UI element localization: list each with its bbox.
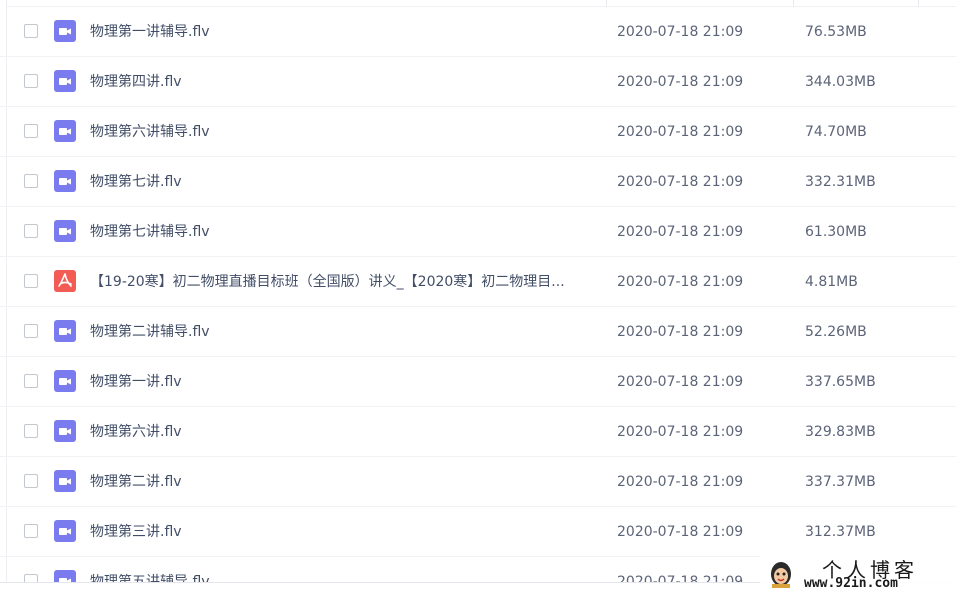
file-name[interactable]: 物理第二讲辅导.flv [90,322,595,342]
row-checkbox[interactable] [24,474,38,488]
row-checkbox[interactable] [24,324,38,338]
file-modified-date: 2020-07-18 21:09 [617,524,744,540]
file-size: 312.37MB [805,524,876,540]
file-row[interactable]: 物理第一讲辅导.flv 2020-07-18 21:09 76.53MB [0,7,956,57]
row-checkbox[interactable] [24,124,38,138]
row-checkbox[interactable] [24,274,38,288]
row-checkbox[interactable] [24,424,38,438]
file-modified-date: 2020-07-18 21:09 [617,24,744,40]
file-row[interactable]: 物理第二讲辅导.flv 2020-07-18 21:09 52.26MB [0,307,956,357]
file-size: 337.37MB [805,474,876,490]
file-modified-date: 2020-07-18 21:09 [617,324,744,340]
file-modified-date: 2020-07-18 21:09 [617,424,744,440]
file-size: 337.65MB [805,374,876,390]
file-name[interactable]: 物理第一讲辅导.flv [90,22,595,42]
watermark: 个人博客 www.92in.com [760,552,956,596]
video-file-icon [54,520,76,542]
file-name[interactable]: 【19-20寒】初二物理直播目标班（全国版）讲义_【2020寒】初二物理目... [90,272,595,292]
row-checkbox[interactable] [24,224,38,238]
row-checkbox[interactable] [24,74,38,88]
file-modified-date: 2020-07-18 21:09 [617,174,744,190]
video-file-icon [54,320,76,342]
file-modified-date: 2020-07-18 21:09 [617,274,744,290]
file-size: 74.70MB [805,124,867,140]
row-checkbox[interactable] [24,24,38,38]
file-name[interactable]: 物理第六讲辅导.flv [90,122,595,142]
file-row[interactable]: 物理第二讲.flv 2020-07-18 21:09 337.37MB [0,457,956,507]
video-file-icon [54,220,76,242]
row-checkbox[interactable] [24,524,38,538]
watermark-url: www.92in.com [804,576,898,591]
file-name[interactable]: 物理第三讲.flv [90,522,595,542]
file-size: 76.53MB [805,24,867,40]
video-file-icon [54,420,76,442]
file-modified-date: 2020-07-18 21:09 [617,124,744,140]
file-row[interactable]: 物理第七讲辅导.flv 2020-07-18 21:09 61.30MB [0,207,956,257]
file-name[interactable]: 物理第一讲.flv [90,372,595,392]
file-row[interactable]: 物理第六讲.flv 2020-07-18 21:09 329.83MB [0,407,956,457]
row-checkbox[interactable] [24,174,38,188]
file-name[interactable]: 物理第四讲.flv [90,72,595,92]
video-file-icon [54,470,76,492]
file-row[interactable]: 物理第三讲.flv 2020-07-18 21:09 312.37MB [0,507,956,557]
file-name[interactable]: 物理第二讲.flv [90,472,595,492]
video-file-icon [54,120,76,142]
file-modified-date: 2020-07-18 21:09 [617,224,744,240]
file-row[interactable]: 【19-20寒】初二物理直播目标班（全国版）讲义_【2020寒】初二物理目...… [0,257,956,307]
file-row[interactable]: 物理第四讲.flv 2020-07-18 21:09 344.03MB [0,57,956,107]
file-size: 344.03MB [805,74,876,90]
file-list: 物理第一讲辅导.flv 2020-07-18 21:09 76.53MB 物理第四讲.… [0,7,956,596]
file-name[interactable]: 物理第七讲辅导.flv [90,222,595,242]
video-file-icon [54,20,76,42]
file-size: 332.31MB [805,174,876,190]
file-row[interactable]: 物理第七讲.flv 2020-07-18 21:09 332.31MB [0,157,956,207]
file-name[interactable]: 物理第六讲.flv [90,422,595,442]
file-size: 52.26MB [805,324,867,340]
file-name[interactable]: 物理第七讲.flv [90,172,595,192]
pdf-file-icon [54,270,76,292]
file-modified-date: 2020-07-18 21:09 [617,374,744,390]
file-row[interactable]: 物理第六讲辅导.flv 2020-07-18 21:09 74.70MB [0,107,956,157]
file-size: 329.83MB [805,424,876,440]
file-modified-date: 2020-07-18 21:09 [617,74,744,90]
file-modified-date: 2020-07-18 21:09 [617,474,744,490]
video-file-icon [54,170,76,192]
file-list-view: 物理第一讲辅导.flv 2020-07-18 21:09 76.53MB 物理第四讲.… [0,0,956,596]
file-size: 4.81MB [805,274,858,290]
video-file-icon [54,70,76,92]
video-file-icon [54,370,76,392]
file-size: 61.30MB [805,224,867,240]
row-checkbox[interactable] [24,374,38,388]
cartoon-face-icon [771,562,791,588]
file-row[interactable]: 物理第一讲.flv 2020-07-18 21:09 337.65MB [0,357,956,407]
